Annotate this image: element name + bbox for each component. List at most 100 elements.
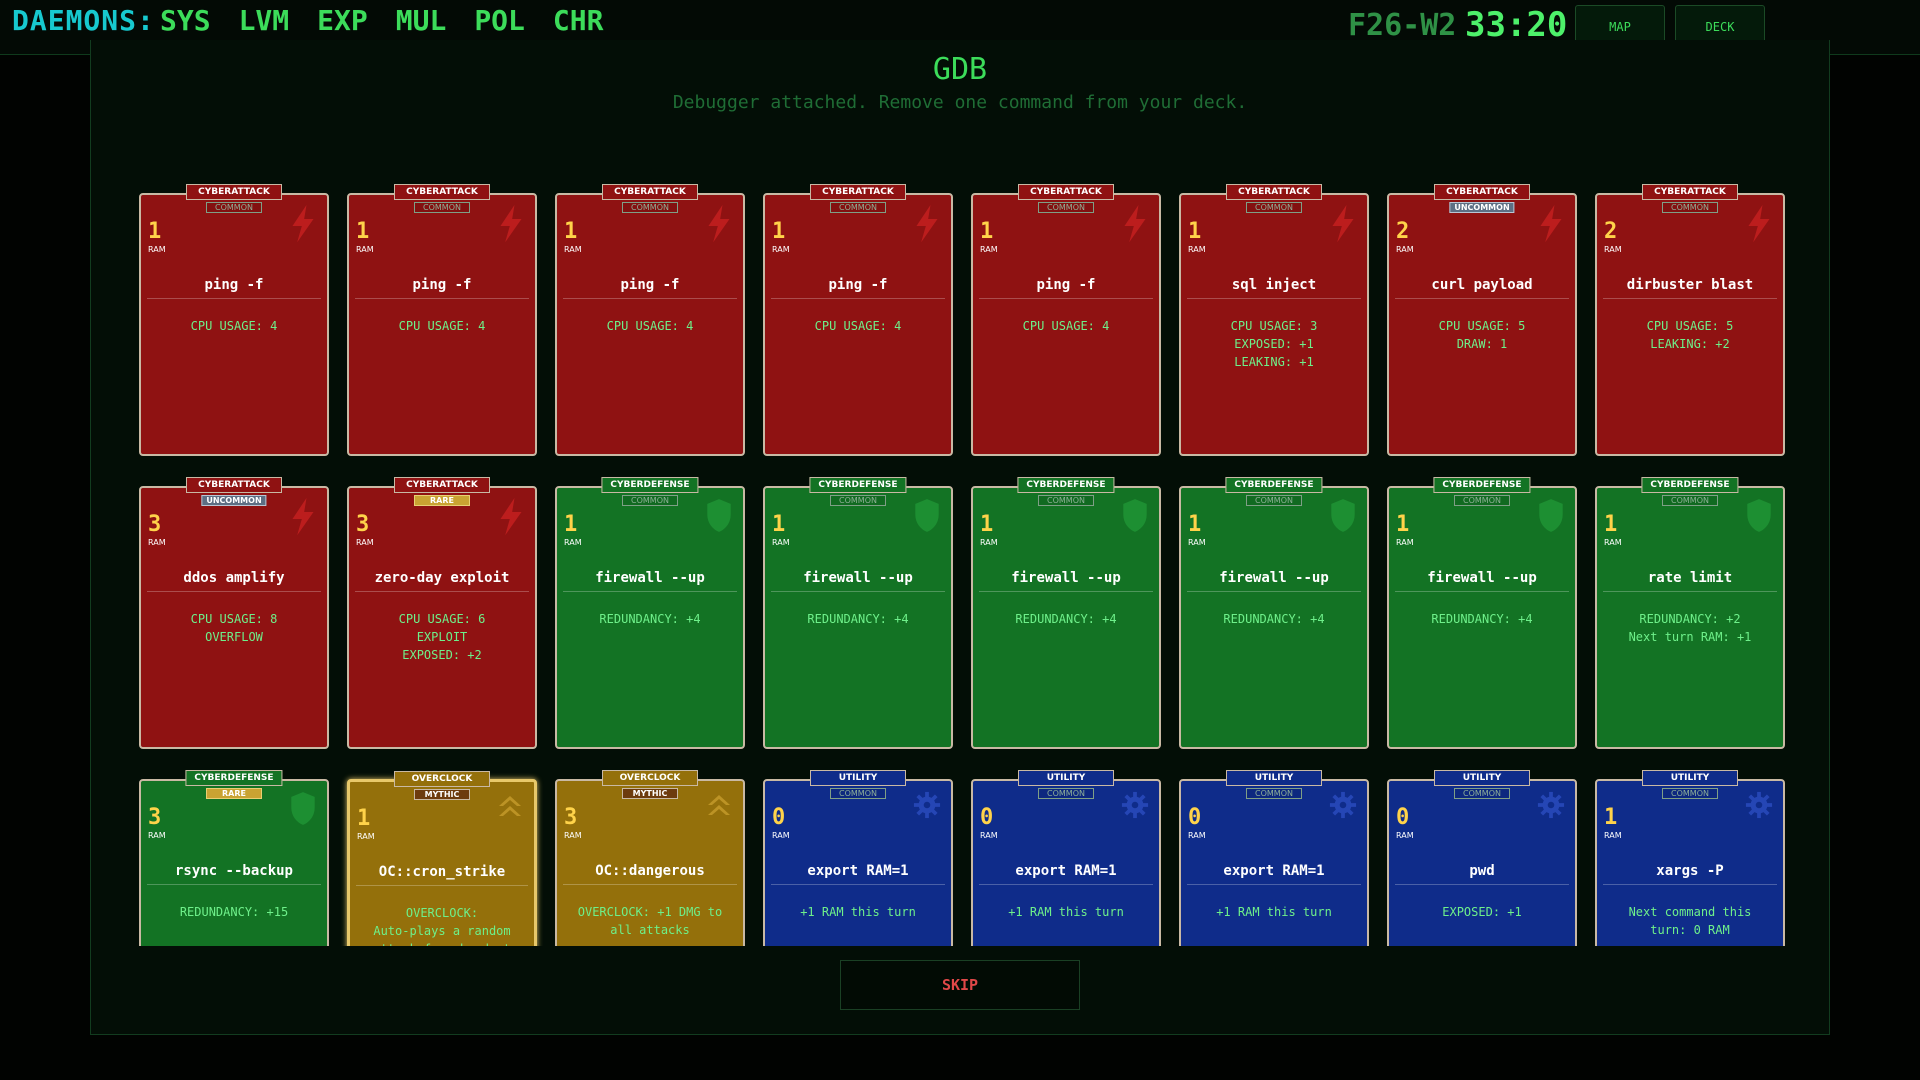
card-rarity-badge: COMMON bbox=[1038, 202, 1094, 213]
card-name: firewall --up bbox=[1187, 570, 1361, 592]
card-type-badge: CYBERATTACK bbox=[810, 184, 906, 200]
nav-item-sys[interactable]: SYS bbox=[160, 4, 211, 37]
card-effect-line: CPU USAGE: 4 bbox=[814, 319, 902, 333]
card-attack[interactable]: CYBERATTACK COMMON 1 RAM ping -f CPU USAGE: 4 bbox=[555, 184, 745, 456]
card-attack[interactable]: CYBERATTACK COMMON 1 RAM sql inject CPU USAGE… bbox=[1179, 184, 1369, 456]
card-type-badge: CYBERATTACK bbox=[186, 477, 282, 493]
card-rarity-badge: COMMON bbox=[1662, 202, 1718, 213]
card-ram-label: RAM bbox=[1188, 831, 1206, 840]
card-attack[interactable]: CYBERATTACK COMMON 1 RAM ping -f CPU USAGE: 4 bbox=[763, 184, 953, 456]
card-ram-label: RAM bbox=[1396, 245, 1414, 254]
card-effect-line: CPU USAGE: 6 bbox=[398, 612, 486, 626]
card-cost: 3 bbox=[356, 512, 370, 537]
card-effect-line: REDUNDANCY: +4 bbox=[599, 612, 701, 626]
card-effect: CPU USAGE: 6 EXPLOIT EXPOSED: +2 bbox=[357, 610, 527, 664]
card-type-badge: OVERCLOCK bbox=[394, 771, 490, 787]
card-overclock[interactable]: OVERCLOCK MYTHIC 3 RAM OC::dangerous OVERCLOC… bbox=[555, 770, 745, 946]
card-effect-line: +1 RAM this turn bbox=[1008, 905, 1124, 919]
card-effect-line: EXPOSED: +1 bbox=[1442, 905, 1522, 919]
card-attack[interactable]: CYBERATTACK COMMON 1 RAM ping -f CPU USAGE: 4 bbox=[971, 184, 1161, 456]
shield-icon bbox=[913, 498, 941, 532]
card-type-badge: UTILITY bbox=[1018, 770, 1114, 786]
card-effect: CPU USAGE: 5 LEAKING: +2 bbox=[1605, 317, 1775, 353]
skip-button[interactable]: SKIP bbox=[840, 960, 1080, 1010]
card-name: firewall --up bbox=[771, 570, 945, 592]
card-ram-label: RAM bbox=[980, 245, 998, 254]
card-attack[interactable]: CYBERATTACK UNCOMMON 2 RAM curl payload CPU U… bbox=[1387, 184, 1577, 456]
card-defense[interactable]: CYBERDEFENSE RARE 3 RAM rsync --backup REDUND… bbox=[139, 770, 329, 946]
card-cost: 3 bbox=[564, 805, 578, 830]
card-type-badge: CYBERDEFENSE bbox=[1433, 477, 1531, 493]
lightning-icon bbox=[289, 498, 317, 536]
lightning-icon bbox=[497, 498, 525, 536]
card-cost: 1 bbox=[564, 219, 578, 244]
card-name: firewall --up bbox=[1395, 570, 1569, 592]
card-effect-line: REDUNDANCY: +4 bbox=[1431, 612, 1533, 626]
game-title: DAEMONS: bbox=[12, 4, 155, 37]
card-effect-line: EXPLOIT bbox=[416, 630, 468, 644]
card-cost: 0 bbox=[980, 805, 994, 830]
nav-item-lvm[interactable]: LVM bbox=[239, 4, 290, 37]
card-type-badge: CYBERDEFENSE bbox=[809, 477, 907, 493]
gear-icon bbox=[1329, 791, 1357, 825]
card-name: curl payload bbox=[1395, 277, 1569, 299]
lightning-icon bbox=[1745, 205, 1773, 243]
card-effect-line: REDUNDANCY: +4 bbox=[807, 612, 909, 626]
card-rarity-badge: COMMON bbox=[1246, 495, 1302, 506]
card-ram-label: RAM bbox=[357, 832, 375, 841]
gear-icon bbox=[1121, 791, 1149, 825]
card-effect-line: CPU USAGE: 5 bbox=[1646, 319, 1734, 333]
nav-item-exp[interactable]: EXP bbox=[317, 4, 368, 37]
card-cost: 0 bbox=[772, 805, 786, 830]
card-ram-label: RAM bbox=[1188, 245, 1206, 254]
event-subtitle: Debugger attached. Remove one command fr… bbox=[672, 92, 1248, 113]
nav-item-chr[interactable]: CHR bbox=[553, 4, 604, 37]
nav-item-pol[interactable]: POL bbox=[474, 4, 525, 37]
gear-icon bbox=[913, 791, 941, 825]
card-ram-label: RAM bbox=[980, 831, 998, 840]
lightning-icon bbox=[913, 205, 941, 243]
card-utility[interactable]: UTILITY COMMON 0 RAM export RAM=1 +1 RAM this… bbox=[971, 770, 1161, 946]
card-name: export RAM=1 bbox=[979, 863, 1153, 885]
card-cost: 2 bbox=[1604, 219, 1618, 244]
card-utility[interactable]: UTILITY COMMON 0 RAM export RAM=1 +1 RAM this… bbox=[1179, 770, 1369, 946]
card-rarity-badge: COMMON bbox=[830, 202, 886, 213]
card-attack[interactable]: CYBERATTACK COMMON 1 RAM ping -f CPU USAGE: 4 bbox=[347, 184, 537, 456]
card-effect-line: OVERFLOW bbox=[205, 630, 263, 644]
shield-icon bbox=[1537, 498, 1565, 532]
card-cost: 1 bbox=[1188, 219, 1202, 244]
card-cost: 3 bbox=[148, 805, 162, 830]
card-name: OC::dangerous bbox=[563, 863, 737, 885]
card-type-badge: UTILITY bbox=[810, 770, 906, 786]
card-defense[interactable]: CYBERDEFENSE COMMON 1 RAM firewall --up REDUN… bbox=[555, 477, 745, 749]
card-rarity-badge: COMMON bbox=[1662, 788, 1718, 799]
card-type-badge: CYBERDEFENSE bbox=[185, 770, 283, 786]
gear-icon bbox=[1537, 791, 1565, 825]
gear-icon bbox=[1745, 791, 1773, 825]
card-type-badge: CYBERDEFENSE bbox=[1225, 477, 1323, 493]
card-name: export RAM=1 bbox=[771, 863, 945, 885]
card-attack[interactable]: CYBERATTACK COMMON 2 RAM dirbuster blast CPU … bbox=[1595, 184, 1785, 456]
card-type-badge: CYBERATTACK bbox=[602, 184, 698, 200]
card-defense[interactable]: CYBERDEFENSE COMMON 1 RAM rate limit REDUNDAN… bbox=[1595, 477, 1785, 749]
card-utility[interactable]: UTILITY COMMON 0 RAM export RAM=1 +1 RAM this… bbox=[763, 770, 953, 946]
card-effect-line: LEAKING: +2 bbox=[1650, 337, 1730, 351]
card-effect: CPU USAGE: 4 bbox=[357, 317, 527, 335]
card-name: sql inject bbox=[1187, 277, 1361, 299]
card-attack[interactable]: CYBERATTACK COMMON 1 RAM ping -f CPU USAGE: 4 bbox=[139, 184, 329, 456]
card-cost: 1 bbox=[1604, 512, 1618, 537]
card-overclock[interactable]: OVERCLOCK MYTHIC 1 RAM OC::cron_strike OVERCL… bbox=[347, 771, 537, 946]
card-attack[interactable]: CYBERATTACK RARE 3 RAM zero-day exploit CPU U… bbox=[347, 477, 537, 749]
card-effect: REDUNDANCY: +4 bbox=[1397, 610, 1567, 628]
card-attack[interactable]: CYBERATTACK UNCOMMON 3 RAM ddos amplify CPU U… bbox=[139, 477, 329, 749]
card-defense[interactable]: CYBERDEFENSE COMMON 1 RAM firewall --up REDUN… bbox=[971, 477, 1161, 749]
card-utility[interactable]: UTILITY COMMON 1 RAM xargs -P Next command th… bbox=[1595, 770, 1785, 946]
nav-item-mul[interactable]: MUL bbox=[396, 4, 447, 37]
card-ram-label: RAM bbox=[1396, 831, 1414, 840]
card-defense[interactable]: CYBERDEFENSE COMMON 1 RAM firewall --up REDUN… bbox=[1387, 477, 1577, 749]
card-defense[interactable]: CYBERDEFENSE COMMON 1 RAM firewall --up REDUN… bbox=[763, 477, 953, 749]
card-utility[interactable]: UTILITY COMMON 0 RAM pwd EXPOSED: +1 bbox=[1387, 770, 1577, 946]
card-rarity-badge: COMMON bbox=[1454, 495, 1510, 506]
card-defense[interactable]: CYBERDEFENSE COMMON 1 RAM firewall --up REDUN… bbox=[1179, 477, 1369, 749]
card-effect-line: +1 RAM this turn bbox=[1216, 905, 1332, 919]
